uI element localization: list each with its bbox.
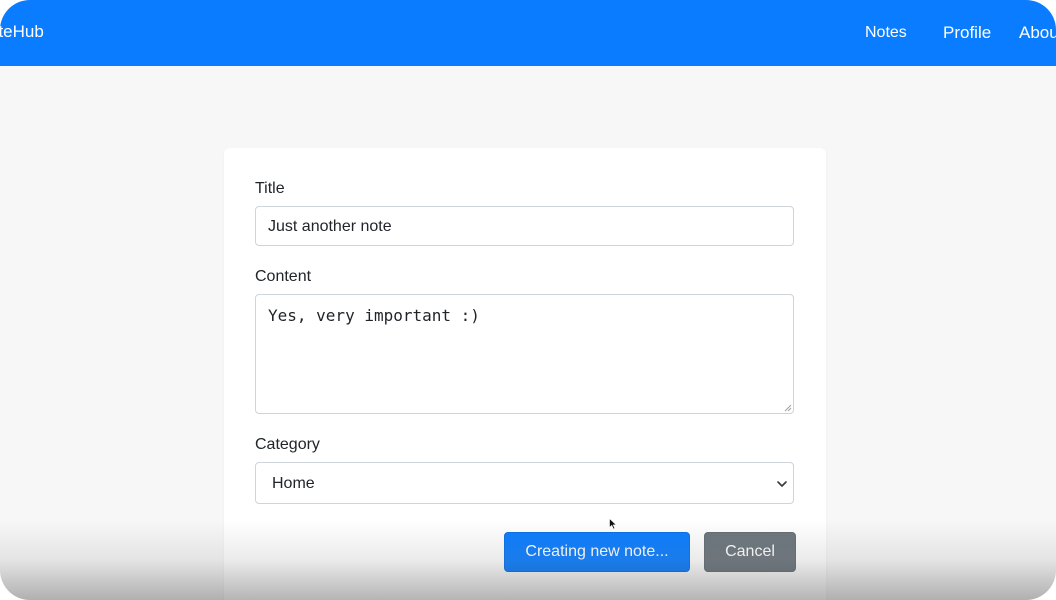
note-form-card: Title Just another note Content Yes, ver… [224, 148, 826, 600]
content-textarea[interactable]: Yes, very important :) [255, 294, 794, 414]
title-input-value: Just another note [268, 218, 392, 235]
category-select[interactable]: Home [255, 462, 794, 504]
content-label: Content [255, 268, 312, 285]
title-input[interactable]: Just another note [255, 206, 794, 246]
app-window: oteHub Notes Profile Abou Title Just ano… [0, 0, 1056, 600]
mouse-cursor-icon [609, 518, 617, 530]
top-navbar: oteHub Notes Profile Abou [0, 0, 1056, 66]
nav-link-notes[interactable]: Notes [865, 24, 907, 42]
brand-logo[interactable]: oteHub [0, 22, 44, 42]
create-note-button[interactable]: Creating new note... [504, 532, 690, 572]
content-textarea-value: Yes, very important :) [268, 306, 480, 325]
category-label: Category [255, 436, 320, 453]
nav-link-about[interactable]: Abou [1019, 23, 1056, 43]
chevron-down-icon [777, 481, 787, 487]
category-select-value: Home [272, 475, 315, 492]
nav-link-profile[interactable]: Profile [943, 23, 991, 43]
cancel-button[interactable]: Cancel [704, 532, 796, 572]
resize-grip-icon[interactable] [784, 404, 792, 412]
title-label: Title [255, 180, 285, 197]
